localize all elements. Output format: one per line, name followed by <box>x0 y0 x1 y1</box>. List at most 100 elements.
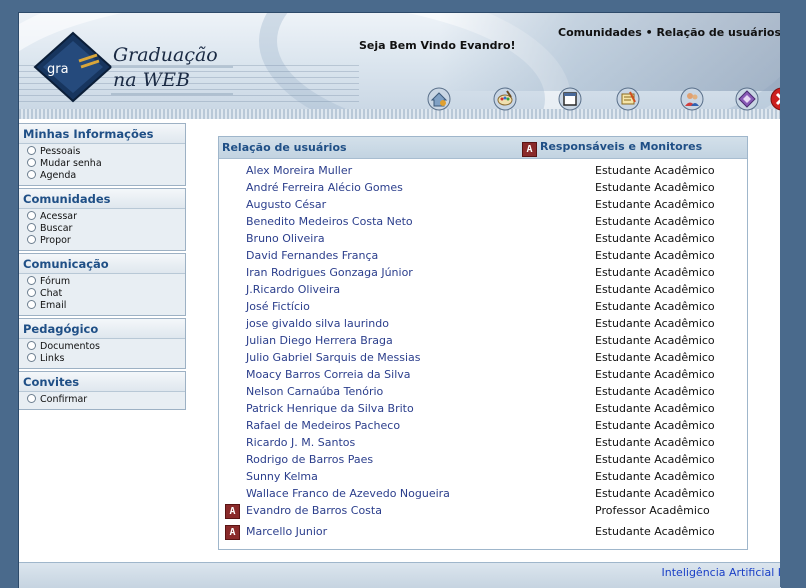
book-icon[interactable] <box>735 87 759 111</box>
user-name-link[interactable]: J.Ricardo Oliveira <box>246 283 340 296</box>
user-name-link[interactable]: Benedito Medeiros Costa Neto <box>246 215 413 228</box>
user-role: Estudante Acadêmico <box>595 487 715 500</box>
user-row: Alex Moreira Muller Estudante Acadêmico <box>219 162 747 179</box>
logo-title-line2: na WEB <box>113 69 190 91</box>
site-logo[interactable]: gra Graduação na WEB <box>33 31 243 103</box>
menu-section-title: Convites <box>19 372 185 392</box>
radio-bullet-icon <box>27 235 36 244</box>
user-name-link[interactable]: Iran Rodrigues Gonzaga Júnior <box>246 266 413 279</box>
user-name-link[interactable]: Ricardo J. M. Santos <box>246 436 355 449</box>
welcome-message: Seja Bem Vindo Evandro! <box>359 39 516 52</box>
user-name-link[interactable]: Patrick Henrique da Silva Brito <box>246 402 414 415</box>
user-row: Rafael de Medeiros Pacheco Estudante Acad… <box>219 417 747 434</box>
home-icon[interactable] <box>427 87 451 111</box>
notes-icon[interactable] <box>616 87 640 111</box>
user-name-link[interactable]: Julian Diego Herrera Braga <box>246 334 393 347</box>
menu-item[interactable]: Buscar <box>27 223 185 235</box>
user-row: Julian Diego Herrera Braga Estudante Acad… <box>219 332 747 349</box>
user-row: Augusto César Estudante Acadêmico <box>219 196 747 213</box>
menu-section-title: Pedagógico <box>19 319 185 339</box>
user-name-link[interactable]: Bruno Oliveira <box>246 232 325 245</box>
app-frame: gra Graduação na WEB Seja Bem Vindo Evan… <box>18 12 781 588</box>
user-name-link[interactable]: José Fictício <box>246 300 310 313</box>
menu-item[interactable]: Agenda <box>27 170 185 182</box>
user-name-link[interactable]: Rafael de Medeiros Pacheco <box>246 419 400 432</box>
user-row: David Fernandes França Estudante Acadêmic… <box>219 247 747 264</box>
responsible-icon: A <box>225 504 240 519</box>
menu-item[interactable]: Email <box>27 300 185 312</box>
menu-item[interactable]: Fórum <box>27 276 185 288</box>
responsible-icon: A <box>225 525 240 540</box>
user-name-link[interactable]: Rodrigo de Barros Paes <box>246 453 373 466</box>
user-row: Wallace Franco de Azevedo Nogueira Estuda… <box>219 485 747 502</box>
user-role: Estudante Acadêmico <box>595 470 715 483</box>
user-role: Estudante Acadêmico <box>595 181 715 194</box>
user-name-link[interactable]: Julio Gabriel Sarquis de Messias <box>246 351 421 364</box>
panel-title: Relação de usuários <box>222 141 347 154</box>
users-icon[interactable] <box>680 87 704 111</box>
responsible-legend: A Responsáveis e Monitores <box>522 140 702 157</box>
menu-section: Comunicação Fórum Chat Email <box>19 253 186 316</box>
user-role: Estudante Acadêmico <box>595 232 715 245</box>
user-name-link[interactable]: André Ferreira Alécio Gomes <box>246 181 403 194</box>
radio-bullet-icon <box>27 341 36 350</box>
menu-section: Minhas Informações Pessoais Mudar senha Age… <box>19 123 186 186</box>
menu-item[interactable]: Pessoais <box>27 146 185 158</box>
radio-bullet-icon <box>27 288 36 297</box>
user-name-link[interactable]: Alex Moreira Muller <box>246 164 352 177</box>
window-edge <box>780 12 806 587</box>
user-role: Estudante Acadêmico <box>595 334 715 347</box>
radio-bullet-icon <box>27 211 36 220</box>
menu-item[interactable]: Mudar senha <box>27 158 185 170</box>
menu-item[interactable]: Links <box>27 353 185 365</box>
breadcrumb: Comunidades • Relação de usuários <box>558 26 781 39</box>
user-role: Estudante Acadêmico <box>595 351 715 364</box>
menu-section: Comunidades Acessar Buscar Propor <box>19 188 186 251</box>
user-role: Estudante Acadêmico <box>595 419 715 432</box>
menu-section: Pedagógico Documentos Links <box>19 318 186 369</box>
sidebar: Minhas Informações Pessoais Mudar senha Age… <box>19 123 186 412</box>
menu-item-label: Fórum <box>40 276 71 287</box>
user-role: Estudante Acadêmico <box>595 300 715 313</box>
menu-item[interactable]: Documentos <box>27 341 185 353</box>
menu-item-label: Agenda <box>40 170 77 181</box>
user-name-link[interactable]: Wallace Franco de Azevedo Nogueira <box>246 487 450 500</box>
user-name-link[interactable]: Evandro de Barros Costa <box>246 504 382 517</box>
user-row: Ricardo J. M. Santos Estudante Acadêmico <box>219 434 747 451</box>
user-name-link[interactable]: Marcello Junior <box>246 525 327 538</box>
menu-item[interactable]: Acessar <box>27 211 185 223</box>
palette-icon[interactable] <box>493 87 517 111</box>
menu-item-label: Chat <box>40 288 63 299</box>
menu-item-label: Propor <box>40 235 71 246</box>
user-role: Estudante Acadêmico <box>595 436 715 449</box>
menu-item-label: Confirmar <box>40 394 88 405</box>
user-list-panel: Relação de usuários A Responsáveis e Moni… <box>218 136 748 550</box>
menu-items: Confirmar <box>19 392 185 409</box>
user-name-link[interactable]: Moacy Barros Correia da Silva <box>246 368 411 381</box>
window-icon[interactable] <box>558 87 582 111</box>
banner-photo <box>439 13 781 91</box>
user-name-link[interactable]: Sunny Kelma <box>246 470 318 483</box>
user-row: Benedito Medeiros Costa Neto Estudante Ac… <box>219 213 747 230</box>
user-role: Estudante Acadêmico <box>595 525 715 538</box>
user-row: Nelson Carnaúba Tenório Estudante Acadêmi… <box>219 383 747 400</box>
logo-title-line1: Graduação <box>113 44 218 66</box>
user-role: Estudante Acadêmico <box>595 317 715 330</box>
user-role: Estudante Acadêmico <box>595 368 715 381</box>
user-role: Estudante Acadêmico <box>595 198 715 211</box>
user-name-link[interactable]: Nelson Carnaúba Tenório <box>246 385 383 398</box>
menu-items: Fórum Chat Email <box>19 274 185 315</box>
user-row: Patrick Henrique da Silva Brito Estudante… <box>219 400 747 417</box>
user-name-link[interactable]: Augusto César <box>246 198 326 211</box>
menu-item[interactable]: Chat <box>27 288 185 300</box>
menu-item[interactable]: Propor <box>27 235 185 247</box>
menu-item[interactable]: Confirmar <box>27 394 185 406</box>
course-link[interactable]: Inteligência Artificial I <box>662 566 781 579</box>
radio-bullet-icon <box>27 223 36 232</box>
radio-bullet-icon <box>27 394 36 403</box>
user-name-link[interactable]: jose givaldo silva laurindo <box>246 317 389 330</box>
menu-section: Convites Confirmar <box>19 371 186 410</box>
responsible-icon: A <box>522 142 537 157</box>
radio-bullet-icon <box>27 158 36 167</box>
user-name-link[interactable]: David Fernandes França <box>246 249 378 262</box>
